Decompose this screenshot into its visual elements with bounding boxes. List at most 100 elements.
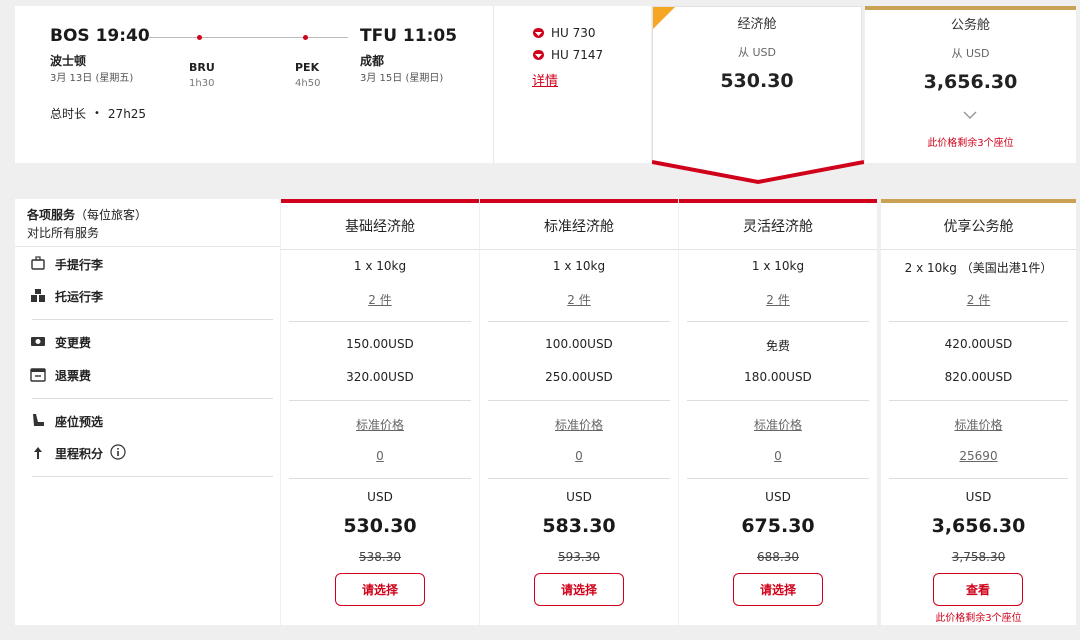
cell-checked-bag[interactable]: 2 件	[881, 291, 1076, 308]
cell-miles[interactable]: 0	[679, 449, 877, 463]
cell-carry-on: 1 x 10kg	[552, 259, 606, 273]
cell-seat-selection[interactable]: 标准价格	[881, 416, 1076, 433]
cell-seat-selection[interactable]: 标准价格	[480, 416, 678, 433]
row-divider	[687, 400, 869, 401]
row-divider	[289, 321, 471, 322]
fare-column-flex-economy: 灵活经济舱 1 x 10kg 2 件 免费 180.00USD 标准价格 0 U…	[679, 199, 877, 625]
fare-economy-card[interactable]: 经济舱 从 USD 530.30	[652, 6, 862, 163]
header-divider	[881, 249, 1076, 250]
chevron-down-icon[interactable]	[963, 110, 977, 120]
cell-change-fee: 420.00USD	[944, 337, 1013, 351]
cell-carry-on: 2 x 10kg （美国出港1件）	[904, 261, 1053, 275]
cell-refund-fee: 820.00USD	[944, 370, 1013, 384]
view-button[interactable]: 查看	[933, 573, 1023, 606]
stop-duration-pek: 4h50	[295, 78, 321, 89]
cell-carry-on: 1 x 10kg	[751, 259, 805, 273]
header-divider	[281, 249, 479, 250]
cell-refund-fee: 180.00USD	[744, 370, 812, 384]
cell-miles[interactable]: 0	[480, 449, 678, 463]
select-button[interactable]: 请选择	[335, 573, 425, 606]
price-current: 675.30	[741, 515, 815, 537]
origin-city: 波士顿	[50, 54, 87, 68]
row-divider	[889, 478, 1068, 479]
stop-dot-pek	[303, 35, 308, 40]
cell-refund-fee: 320.00USD	[346, 370, 414, 384]
column-name: 标准经济舱	[544, 219, 614, 235]
cell-carry-on: 1 x 10kg	[353, 259, 407, 273]
route-line	[148, 37, 348, 38]
origin-time: BOS 19:40	[50, 26, 150, 46]
price-current: 583.30	[542, 515, 616, 537]
selected-arrow-icon	[652, 160, 864, 185]
cell-checked-bag[interactable]: 2 件	[679, 291, 877, 308]
feature-miles: 里程积分	[55, 447, 104, 461]
cell-refund-fee: 250.00USD	[545, 370, 613, 384]
price-current: 3,656.30	[931, 515, 1026, 537]
destination-date: 3月 15日 (星期日)	[360, 73, 444, 84]
row-divider	[687, 478, 869, 479]
feature-refund-fee: 退票费	[55, 369, 92, 383]
price-currency: USD	[765, 490, 791, 504]
row-divider	[488, 321, 670, 322]
row-divider	[488, 478, 670, 479]
cell-change-fee: 100.00USD	[545, 337, 613, 351]
feature-header-sub: （每位旅客）	[75, 208, 148, 222]
fare-business-from: 从 USD	[951, 47, 990, 60]
price-original: 538.30	[359, 550, 401, 564]
miles-icon	[34, 447, 42, 459]
feature-change-fee: 变更费	[55, 336, 92, 350]
destination-time: TFU 11:05	[360, 26, 458, 46]
select-button[interactable]: 请选择	[534, 573, 624, 606]
carry-on-bag-icon	[31, 256, 45, 270]
feature-seat-selection: 座位预选	[55, 415, 104, 429]
seats-remaining-note: 此价格剩余3个座位	[935, 613, 1022, 624]
select-button[interactable]: 请选择	[733, 573, 823, 606]
header-divider	[15, 246, 280, 247]
flight-summary-card: BOS 19:40 波士顿 3月 13日 (星期五) BRU 1h30 PEK …	[15, 6, 493, 163]
column-name: 优享公务舱	[943, 219, 1014, 235]
price-currency: USD	[965, 490, 992, 504]
fare-column-standard-economy: 标准经济舱 1 x 10kg 2 件 100.00USD 250.00USD 标…	[480, 199, 678, 625]
feature-header: 各项服务（每位旅客）	[27, 206, 147, 223]
header-divider	[679, 249, 877, 250]
total-duration-label: 总时长	[50, 107, 87, 121]
feature-carry-on: 手提行李	[55, 258, 104, 272]
fare-economy-name: 经济舱	[737, 17, 777, 32]
cell-checked-bag[interactable]: 2 件	[480, 291, 678, 308]
fare-business-price: 3,656.30	[923, 71, 1018, 93]
cell-change-fee: 150.00USD	[346, 337, 414, 351]
row-divider	[889, 321, 1068, 322]
info-icon[interactable]	[110, 444, 126, 460]
cell-seat-selection[interactable]: 标准价格	[679, 416, 877, 433]
row-divider	[289, 478, 471, 479]
fare-economy-price: 530.30	[720, 70, 794, 92]
cell-checked-bag[interactable]: 2 件	[281, 291, 479, 308]
airline-logo-icon	[533, 28, 544, 38]
price-original: 3,758.30	[951, 550, 1006, 564]
price-currency: USD	[367, 490, 393, 504]
flight-number-1: HU 730	[532, 26, 596, 40]
flight-numbers-card: HU 730 HU 7147 详情	[493, 6, 651, 163]
flight-details-link[interactable]: 详情	[532, 70, 558, 89]
row-divider	[687, 321, 869, 322]
airline-logo-icon	[533, 50, 544, 60]
cell-miles[interactable]: 0	[281, 449, 479, 463]
row-divider	[889, 400, 1068, 401]
change-fee-icon	[31, 337, 45, 346]
cell-change-fee: 免费	[765, 339, 790, 353]
fare-business-seats-note: 此价格剩余3个座位	[927, 138, 1014, 149]
price-currency: USD	[566, 490, 592, 504]
total-duration-value: 27h25	[107, 106, 147, 121]
stop-duration-bru: 1h30	[189, 78, 215, 89]
refund-fee-icon	[30, 368, 46, 382]
fare-business-card[interactable]: 公务舱 从 USD 3,656.30 此价格剩余3个座位	[865, 6, 1076, 163]
header-divider	[480, 249, 678, 250]
bullet: •	[94, 108, 100, 119]
feature-list: 各项服务（每位旅客） 对比所有服务 手提行李 托运行李 变更费 退票费 座位预选…	[15, 199, 280, 625]
row-divider	[32, 398, 273, 399]
stop-code-pek: PEK	[295, 61, 320, 74]
cell-seat-selection[interactable]: 标准价格	[281, 416, 479, 433]
stop-code-bru: BRU	[189, 61, 215, 74]
stop-dot-bru	[197, 35, 202, 40]
cell-miles[interactable]: 25690	[881, 449, 1076, 463]
